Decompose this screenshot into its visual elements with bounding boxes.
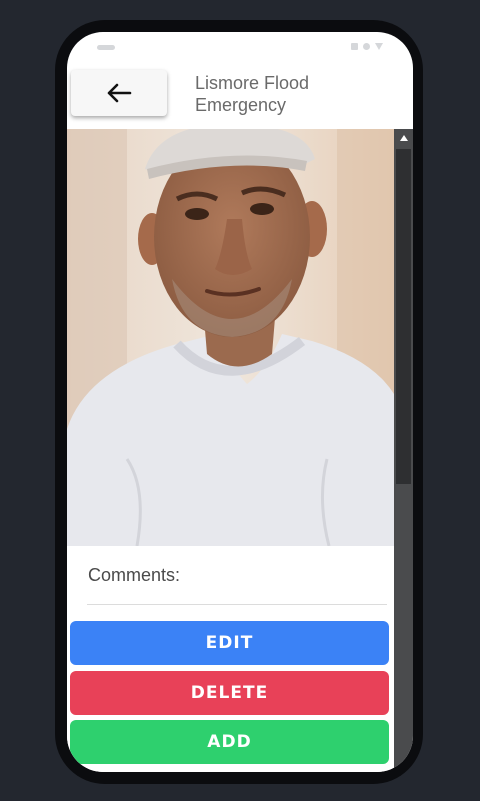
circle-icon [363,43,370,50]
triangle-icon [375,43,383,50]
edit-button[interactable]: EDIT [70,621,389,665]
content-area: Comments: EDIT DELETE ADD [67,129,394,772]
status-bar [67,32,413,62]
app-header: Lismore Flood Emergency [67,62,413,128]
scroll-up-arrow-icon[interactable] [400,135,408,141]
arrow-left-icon [107,83,132,103]
scroll-thumb[interactable] [396,149,411,484]
comments-label: Comments: [88,565,181,585]
delete-button[interactable]: DELETE [70,671,389,715]
phone-screen: Lismore Flood Emergency Comments: EDIT D… [67,32,413,772]
status-pill-indicator [97,45,115,50]
back-button[interactable] [71,70,167,116]
page-title: Lismore Flood Emergency [195,73,310,115]
comments-divider [87,604,387,605]
square-icon [351,43,358,50]
person-photo [67,129,394,546]
vertical-scrollbar[interactable] [394,129,413,772]
add-button[interactable]: ADD [70,720,389,764]
status-icons [351,43,383,50]
